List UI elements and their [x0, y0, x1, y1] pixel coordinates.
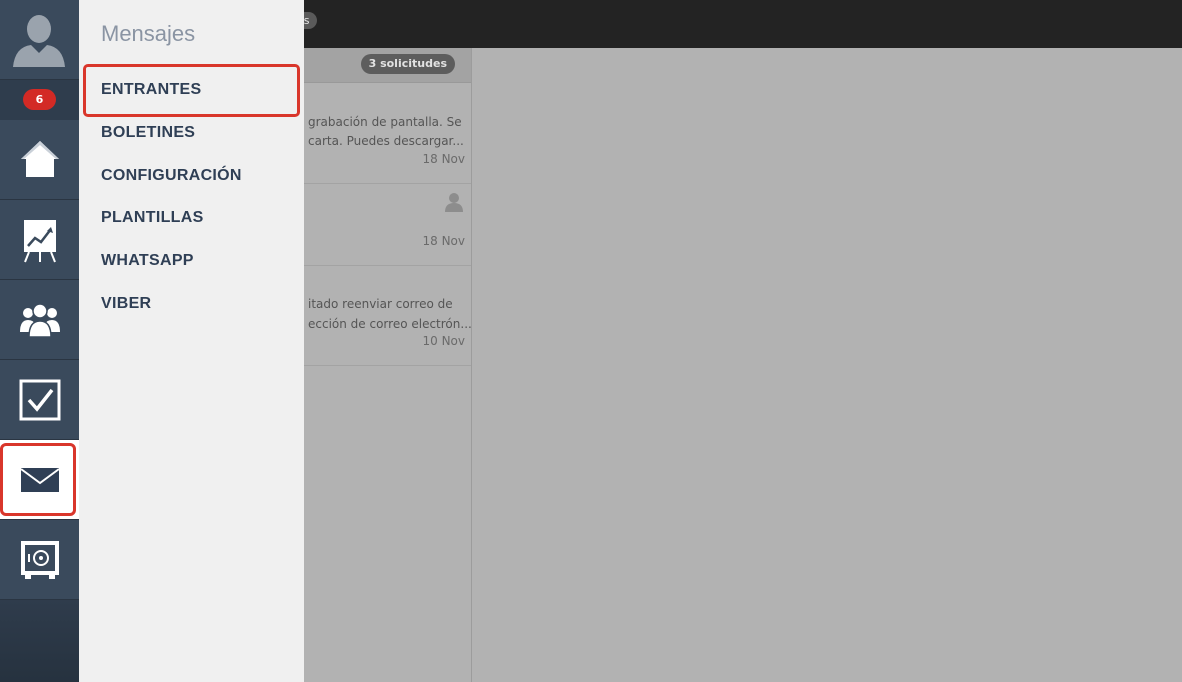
messages-submenu: Mensajes ENTRANTES BOLETINES CONFIGURACI… — [79, 0, 304, 682]
sidebar-item-messages[interactable] — [0, 440, 79, 520]
message-preview-line: grabación de pantalla. Se — [308, 115, 462, 129]
sidebar-item-reports[interactable] — [0, 200, 79, 280]
submenu-item-configuracion[interactable]: CONFIGURACIÓN — [101, 167, 242, 185]
message-date: 10 Nov — [422, 334, 465, 348]
group-icon — [20, 303, 60, 338]
sidebar-empty-area — [0, 600, 79, 682]
submenu-item-viber[interactable]: VIBER — [101, 295, 151, 313]
envelope-icon — [20, 468, 60, 492]
sidebar-item-safe[interactable] — [0, 520, 79, 600]
icon-sidebar: 6 — [0, 0, 79, 682]
message-preview-line: ección de correo electrón... — [308, 317, 472, 331]
checkbox-icon — [19, 379, 61, 421]
notification-row: 6 — [0, 80, 79, 121]
submenu-title: Mensajes — [101, 21, 196, 46]
submenu-item-whatsapp[interactable]: WHATSAPP — [101, 252, 194, 270]
submenu-item-boletines[interactable]: BOLETINES — [101, 124, 195, 142]
notification-badge[interactable]: 6 — [23, 89, 56, 110]
user-avatar[interactable] — [0, 0, 79, 80]
submenu-item-entrantes[interactable]: ENTRANTES — [101, 81, 201, 99]
sidebar-item-contacts[interactable] — [0, 280, 79, 360]
message-date: 18 Nov — [422, 152, 465, 166]
sidebar-item-home[interactable] — [0, 120, 79, 200]
message-preview-line: carta. Puedes descargar... — [308, 134, 464, 148]
chart-presentation-icon — [24, 220, 56, 263]
safe-icon — [21, 541, 59, 579]
submenu-item-plantillas[interactable]: PLANTILLAS — [101, 209, 204, 227]
message-preview-line: itado reenviar correo de — [308, 297, 453, 311]
requests-badge[interactable]: 3 solicitudes — [360, 54, 455, 74]
user-avatar-icon — [13, 15, 65, 67]
home-icon — [21, 141, 59, 177]
sidebar-item-tasks[interactable] — [0, 360, 79, 440]
contact-avatar-icon — [445, 193, 463, 212]
message-date: 18 Nov — [422, 234, 465, 248]
